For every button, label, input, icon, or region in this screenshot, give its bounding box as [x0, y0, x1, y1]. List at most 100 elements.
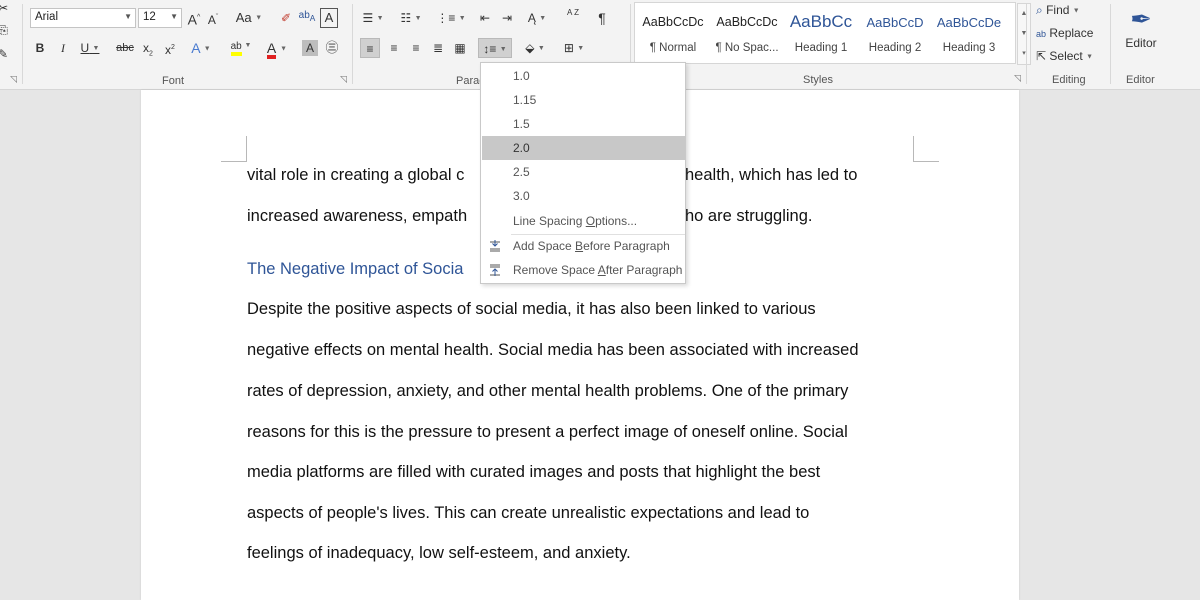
character-shading-icon: A: [305, 41, 314, 55]
align-right-button[interactable]: ≡: [406, 38, 426, 58]
styles-gallery: AaBbCcDc ¶ Normal AaBbCcDc ¶ No Spac... …: [634, 2, 1031, 65]
strikethrough-button[interactable]: abc: [114, 38, 136, 58]
chevron-up-icon[interactable]: ▲: [1018, 4, 1030, 24]
grow-font-button[interactable]: A^: [186, 8, 202, 28]
sort-icon: A Z: [566, 8, 579, 17]
clear-formatting-icon[interactable]: ✐: [278, 8, 294, 28]
style-heading-1[interactable]: AaBbCc Heading 1: [785, 3, 857, 63]
line-spacing-option[interactable]: 1.15: [482, 88, 685, 112]
line-spacing-option[interactable]: 1.5: [482, 112, 685, 136]
style-heading-2[interactable]: AaBbCcD Heading 2: [859, 3, 931, 63]
chevron-down-icon: ▼: [124, 12, 132, 21]
style-preview: AaBbCcD: [866, 15, 924, 30]
sort-button[interactable]: A Z: [562, 8, 584, 28]
shrink-font-button[interactable]: Aˇ: [206, 8, 220, 28]
document-line[interactable]: feelings of inadequacy, low self-esteem,…: [247, 544, 631, 563]
font-group-label: Font: [162, 75, 185, 87]
document-line[interactable]: media platforms are filled with curated …: [247, 463, 820, 482]
document-line[interactable]: Despite the positive aspects of social m…: [247, 300, 816, 319]
select-label: Select: [1049, 49, 1083, 63]
numbering-button[interactable]: ☷ ▼: [396, 8, 426, 28]
chevron-down-icon[interactable]: ▼: [1018, 24, 1030, 44]
line-spacing-button[interactable]: ↕≡ ▼: [478, 38, 512, 58]
select-button[interactable]: ⇱ Select ▼: [1036, 49, 1093, 63]
bold-icon: B: [35, 41, 45, 55]
document-line[interactable]: negative effects on mental health. Socia…: [247, 341, 859, 360]
find-label: Find: [1046, 3, 1070, 17]
multilevel-list-button[interactable]: ⋮≡ ▼: [436, 8, 466, 28]
text-effects-button[interactable]: A ▼: [188, 38, 214, 58]
line-spacing-option[interactable]: 2.5: [482, 160, 685, 184]
styles-launcher-icon[interactable]: ◹: [1014, 73, 1021, 84]
line-spacing-menu: 1.0 1.15 1.5 2.0 2.5 3.0 Line Spacing Op…: [480, 62, 686, 284]
superscript-button[interactable]: x2: [162, 38, 178, 58]
style-name: Heading 2: [868, 42, 922, 54]
change-case-button[interactable]: Aa ▼: [234, 8, 264, 28]
style-heading-3[interactable]: AaBbCcDe Heading 3: [933, 3, 1005, 63]
format-painter-icon[interactable]: ✎: [0, 44, 10, 64]
font-launcher-icon[interactable]: ◹: [340, 74, 347, 85]
replace-icon: ab: [1036, 29, 1047, 39]
align-center-button[interactable]: ≡: [384, 38, 404, 58]
line-spacing-option[interactable]: 3.0: [482, 184, 685, 208]
document-line[interactable]: reasons for this is the pressure to pres…: [247, 423, 848, 442]
expand-gallery-icon[interactable]: ▾: [1018, 44, 1030, 64]
style-preview: AaBbCc: [789, 12, 853, 31]
crop-mark: [221, 136, 247, 162]
font-group: Arial ▼ 12 ▼ A^ Aˇ Aa ▼ ✐ abA A B I U ▼ …: [22, 0, 352, 90]
character-shading-button[interactable]: A: [302, 40, 318, 56]
increase-indent-icon[interactable]: ⇥: [498, 8, 516, 28]
document-line[interactable]: increased awareness, empath: [247, 207, 467, 226]
document-heading[interactable]: The Negative Impact of Socia: [247, 260, 463, 279]
font-color-button[interactable]: A ▼: [262, 38, 292, 59]
decrease-indent-icon[interactable]: ⇤: [476, 8, 494, 28]
enclose-characters-icon[interactable]: ㊂: [324, 38, 340, 58]
line-spacing-option[interactable]: 1.0: [482, 64, 685, 88]
menu-label: Line Spacing: [513, 214, 586, 228]
line-spacing-option-selected[interactable]: 2.0: [482, 136, 685, 160]
justify-button[interactable]: ≣: [428, 38, 448, 58]
clipboard-launcher-icon[interactable]: ◹: [10, 74, 17, 85]
document-line[interactable]: ho are struggling.: [685, 207, 813, 226]
document-line[interactable]: aspects of people's lives. This can crea…: [247, 504, 809, 523]
bullets-button[interactable]: ☰ ▼: [358, 8, 388, 28]
styles-gallery-scroll[interactable]: ▲ ▼ ▾: [1017, 3, 1031, 65]
underline-button[interactable]: U ▼: [78, 38, 102, 58]
remove-space-after-item[interactable]: Remove Space After Paragraph: [482, 258, 685, 282]
remove-space-after-icon: [490, 264, 500, 276]
editor-button[interactable]: ✒ Editor: [1116, 2, 1166, 62]
pilcrow-icon: ¶: [598, 10, 606, 26]
find-button[interactable]: ⌕ Find ▼: [1036, 3, 1080, 18]
italic-button[interactable]: I: [56, 38, 70, 58]
document-line[interactable]: health, which has led to: [685, 166, 857, 185]
character-border-button[interactable]: A: [320, 8, 338, 28]
replace-button[interactable]: ab Replace: [1036, 26, 1093, 40]
editor-label: Editor: [1125, 36, 1157, 50]
asian-layout-button[interactable]: Ą ▼: [524, 8, 550, 28]
menu-accelerator: B: [575, 239, 584, 253]
chevron-down-icon: ▼: [170, 12, 178, 21]
style-preview: AaBbCcDe: [936, 15, 1002, 30]
add-space-before-item[interactable]: Add Space Before Paragraph: [482, 234, 685, 258]
distributed-button[interactable]: ▦: [450, 38, 470, 58]
line-spacing-options-item[interactable]: Line Spacing Options...: [482, 209, 685, 233]
document-line[interactable]: rates of depression, anxiety, and other …: [247, 382, 848, 401]
show-formatting-button[interactable]: ¶: [594, 8, 610, 28]
font-size-value: 12: [143, 11, 156, 23]
document-line[interactable]: vital role in creating a global c: [247, 166, 464, 185]
highlight-button[interactable]: ab ▼: [224, 36, 258, 56]
shading-button[interactable]: ⬙ ▼: [520, 38, 550, 58]
phonetic-guide-icon[interactable]: abA: [298, 6, 316, 26]
style-normal[interactable]: AaBbCcDc ¶ Normal: [637, 3, 709, 63]
style-no-spacing[interactable]: AaBbCcDc ¶ No Spac...: [711, 3, 783, 63]
subscript-button[interactable]: x2: [140, 38, 156, 58]
borders-button[interactable]: ⊞ ▼: [558, 38, 590, 58]
font-size-combo[interactable]: 12 ▼: [138, 8, 182, 28]
add-space-before-icon: [490, 240, 500, 252]
bold-button[interactable]: B: [32, 38, 48, 58]
font-name-combo[interactable]: Arial ▼: [30, 8, 136, 28]
copy-icon[interactable]: ⎘: [0, 20, 10, 40]
align-left-button[interactable]: ≡: [360, 38, 380, 58]
italic-icon: I: [61, 41, 65, 55]
cut-icon[interactable]: ✂: [0, 0, 10, 18]
